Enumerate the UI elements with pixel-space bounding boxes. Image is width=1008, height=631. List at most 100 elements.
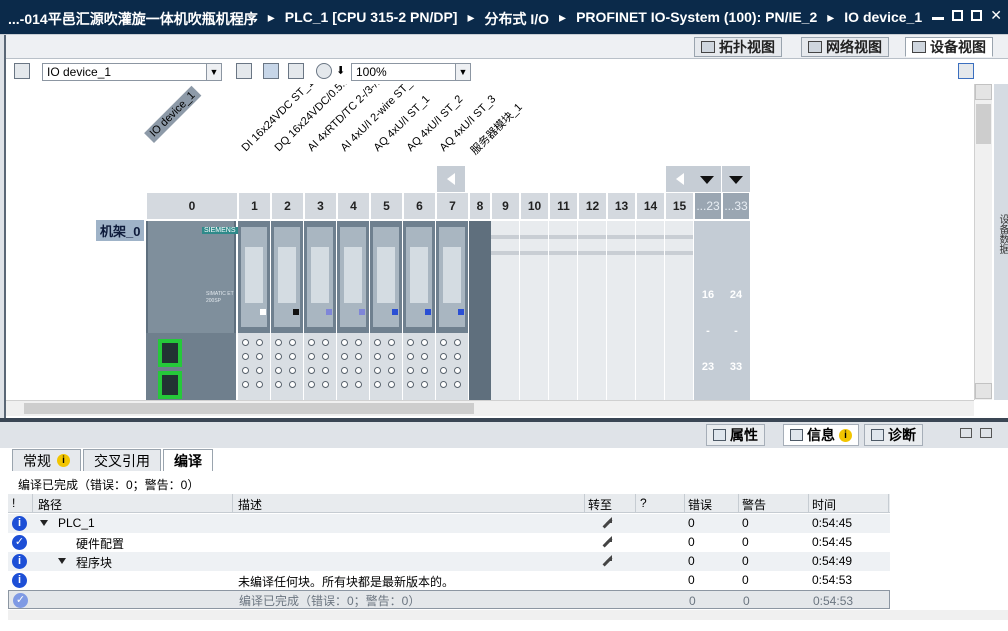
expand-slot-range[interactable]: 24 - 33 [722,221,750,400]
vertical-scrollbar[interactable] [974,84,992,400]
close-icon[interactable]: ✕ [990,8,1002,22]
device-tree-icon[interactable] [14,63,30,79]
table-row[interactable]: i PLC_1 0 0 0:54:45 [8,514,890,533]
io-module-aq-2[interactable] [403,221,435,400]
slot-header[interactable]: 0 [146,192,238,220]
col-time[interactable]: 时间 [812,496,836,513]
breadcrumb-project[interactable]: ...-014平邑汇源吹灌旋一体机吹瓶机程序 [8,9,258,29]
table-row-selected[interactable]: ✓ 编译已完成（错误：0；警告：0） 0 0 0:54:53 [8,590,890,609]
show-labels-icon[interactable] [263,63,279,79]
chevron-down-icon[interactable]: ▼ [206,64,221,80]
scroll-left-arrow[interactable] [437,166,465,192]
tab-device-view[interactable]: 设备视图 [905,37,993,57]
expand-arrow-icon[interactable] [58,558,66,564]
io-module-ai[interactable] [337,221,369,400]
col-path[interactable]: 路径 [38,496,62,513]
grid-icon[interactable] [288,63,304,79]
device-data-panel[interactable]: 设备数据 [994,84,1008,400]
breadcrumb-plc[interactable]: PLC_1 [CPU 315-2 PN/DP] [285,9,458,29]
collapse-panel-icon[interactable] [980,428,992,438]
breadcrumb-profinet[interactable]: PROFINET IO-System (100): PN/IE_2 [576,9,817,29]
expand-slot-arrow[interactable] [693,166,721,192]
inspector-horizontal-scrollbar[interactable] [8,610,1008,620]
goto-arrow-icon[interactable] [600,536,612,548]
interface-module[interactable]: SIEMENS SIMATIC ET 200SP [146,221,238,400]
empty-slot[interactable] [665,221,694,400]
expand-slot-arrow[interactable] [722,166,750,192]
tab-info[interactable]: 信息 i [783,424,859,446]
horizontal-scrollbar[interactable] [6,400,974,416]
goto-arrow-icon[interactable] [600,517,612,529]
restore-panel-icon[interactable] [960,428,972,438]
device-name-tag[interactable]: IO device_1 [144,85,202,143]
slot-header[interactable]: 2 [271,192,304,220]
table-row[interactable]: i 程序块 0 0 0:54:49 [8,552,890,571]
col-warnings[interactable]: 警告 [742,496,766,513]
slot-header[interactable]: 8 [469,192,491,220]
subtab-cross-reference[interactable]: 交叉引用 [83,449,161,471]
device-canvas[interactable]: IO device_1 DI 16x24VDC ST_1 DQ 16x24VDC… [6,84,974,400]
slot-header[interactable]: 4 [337,192,370,220]
rack-label[interactable]: 机架_0 [96,220,145,241]
empty-slot[interactable] [636,221,665,400]
zoom-down-icon[interactable]: ⬇ [336,64,345,77]
slot-header[interactable]: 10 [520,192,549,220]
chevron-down-icon[interactable]: ▼ [455,64,470,80]
expand-slot-range[interactable]: 16 - 23 [694,221,722,400]
empty-slot[interactable] [491,221,520,400]
table-row[interactable]: ✓ 硬件配置 0 0 0:54:45 [8,533,890,552]
subtab-compile[interactable]: 编译 [163,449,213,471]
breadcrumb-distributed-io[interactable]: 分布式 I/O [484,9,549,29]
empty-slot[interactable] [607,221,636,400]
goto-arrow-icon[interactable] [600,555,612,567]
device-select[interactable]: IO device_1 ▼ [42,63,222,81]
subtab-general[interactable]: 常规 i [12,449,81,471]
device-overview-icon[interactable] [236,63,252,79]
io-module-ai-rtd[interactable] [304,221,336,400]
restore-icon[interactable] [952,10,964,21]
col-description[interactable]: 描述 [238,496,262,513]
io-module-di[interactable] [238,221,270,400]
slot-header-expand[interactable]: ...23 [694,192,722,220]
scroll-down-button[interactable] [975,383,992,399]
col-goto[interactable]: 转至 [588,496,612,513]
table-row[interactable]: i 未编译任何块。所有块都是最新版本的。 0 0 0:54:53 [8,571,890,590]
io-module-dq[interactable] [271,221,303,400]
ethernet-port-icon[interactable] [158,339,182,367]
col-flag[interactable]: ! [12,496,15,510]
zoom-icon[interactable] [316,63,332,79]
slot-header[interactable]: 6 [403,192,436,220]
server-module[interactable] [469,221,491,400]
slot-header[interactable]: 15 [665,192,694,220]
tab-topology-view[interactable]: 拓扑视图 [694,37,782,57]
tab-network-view[interactable]: 网络视图 [801,37,889,57]
io-module-aq-3[interactable] [436,221,468,400]
slot-header[interactable]: 13 [607,192,636,220]
ethernet-port-icon[interactable] [158,371,182,399]
scroll-left-arrow[interactable] [666,166,694,192]
scroll-thumb[interactable] [976,104,991,144]
slot-header-expand[interactable]: ...33 [722,192,750,220]
tile-icon[interactable] [971,10,983,21]
minimize-icon[interactable] [932,10,945,20]
slot-header[interactable]: 9 [491,192,520,220]
slot-header[interactable]: 3 [304,192,337,220]
overview-panel-icon[interactable] [958,63,974,79]
scroll-thumb[interactable] [24,403,474,414]
slot-header[interactable]: 1 [238,192,271,220]
zoom-select[interactable]: 100% ▼ [351,63,471,81]
slot-header[interactable]: 12 [578,192,607,220]
empty-slot[interactable] [549,221,578,400]
slot-header[interactable]: 11 [549,192,578,220]
col-question[interactable]: ? [640,496,647,510]
col-errors[interactable]: 错误 [688,496,712,513]
slot-header[interactable]: 7 [436,192,469,220]
expand-arrow-icon[interactable] [40,520,48,526]
io-module-aq-1[interactable] [370,221,402,400]
slot-header[interactable]: 14 [636,192,665,220]
slot-header[interactable]: 5 [370,192,403,220]
tab-diagnostics[interactable]: 诊断 [864,424,923,446]
empty-slot[interactable] [578,221,607,400]
empty-slot[interactable] [520,221,549,400]
scroll-up-button[interactable] [975,84,992,100]
